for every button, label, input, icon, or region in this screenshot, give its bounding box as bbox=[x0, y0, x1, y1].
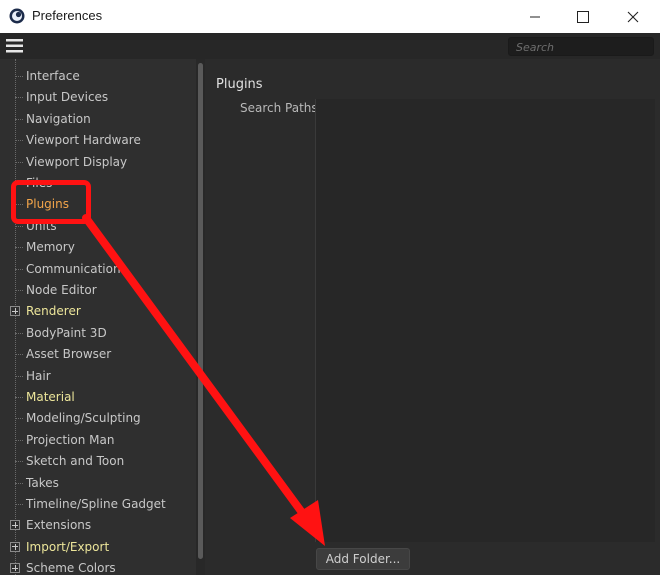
tree-item-label: Takes bbox=[26, 475, 59, 490]
search-input[interactable] bbox=[509, 39, 653, 56]
expand-icon[interactable] bbox=[10, 541, 20, 552]
tree-item-label: Viewport Display bbox=[26, 154, 128, 169]
tree-item-communication[interactable]: Communication bbox=[10, 259, 190, 279]
search-box bbox=[508, 37, 654, 56]
close-icon bbox=[627, 11, 639, 22]
tree-branch-connector bbox=[15, 97, 23, 99]
tree-branch-connector bbox=[15, 204, 23, 206]
tree-item-node-editor[interactable]: Node Editor bbox=[10, 280, 190, 300]
tree-branch-connector bbox=[15, 461, 23, 463]
tree-branch-connector bbox=[15, 354, 23, 356]
tree-item-label: Viewport Hardware bbox=[26, 133, 141, 148]
tree-item-label: Asset Browser bbox=[26, 347, 112, 362]
preferences-body: Interface Input Devices Navigation Viewport… bbox=[0, 33, 660, 575]
minimize-icon bbox=[530, 16, 540, 17]
tree-item-projection-man[interactable]: Projection Man bbox=[10, 430, 190, 450]
tree-item-label: Units bbox=[26, 218, 57, 233]
tree-item-label: Timeline/Spline Gadget bbox=[26, 497, 166, 511]
tree-item-label: Hair bbox=[26, 368, 51, 383]
tree-item-bodypaint-3d[interactable]: BodyPaint 3D bbox=[10, 323, 190, 343]
tree-branch-connector bbox=[15, 183, 23, 184]
tree-branch-connector bbox=[15, 397, 23, 398]
cinema4d-logo-icon bbox=[9, 8, 25, 24]
tree-branch-connector bbox=[15, 118, 23, 120]
tree-item-label: Renderer bbox=[26, 304, 81, 319]
tree-branch-connector bbox=[15, 482, 23, 484]
add-folder-button[interactable]: Add Folder... bbox=[316, 548, 410, 570]
plugins-panel: Plugins Search Paths Add Folder... bbox=[205, 59, 660, 575]
toolbar bbox=[0, 33, 660, 59]
expand-icon[interactable] bbox=[10, 563, 20, 574]
tree-branch-connector bbox=[15, 247, 23, 249]
tree-branch-connector bbox=[15, 161, 23, 163]
tree-item-timeline-spline-gadget[interactable]: Timeline/Spline Gadget bbox=[10, 494, 190, 514]
tree-item-label: Memory bbox=[26, 240, 75, 255]
tree-item-label: BodyPaint 3D bbox=[26, 325, 107, 340]
tree-item-label: Files bbox=[26, 176, 53, 190]
tree-item-label: Material bbox=[26, 390, 75, 404]
tree-item-extensions[interactable]: Extensions bbox=[10, 515, 190, 535]
tree-item-units[interactable]: Units bbox=[10, 216, 190, 236]
tree-item-takes[interactable]: Takes bbox=[10, 473, 190, 493]
tree-item-renderer[interactable]: Renderer bbox=[10, 301, 190, 321]
title-bar: Preferences bbox=[0, 0, 660, 33]
tree-scrollbar[interactable] bbox=[196, 59, 205, 575]
tree-item-label: Sketch and Toon bbox=[26, 454, 125, 469]
tree-item-label: Modeling/Sculpting bbox=[26, 411, 141, 426]
hamburger-menu-icon[interactable] bbox=[6, 39, 23, 53]
tree-item-navigation[interactable]: Navigation bbox=[10, 109, 190, 129]
tree-item-viewport-display[interactable]: Viewport Display bbox=[10, 152, 190, 172]
tree-item-material[interactable]: Material bbox=[10, 387, 190, 407]
tree-branch-connector bbox=[15, 76, 23, 77]
close-button[interactable] bbox=[608, 0, 658, 33]
tree-item-input-devices[interactable]: Input Devices bbox=[10, 87, 190, 107]
tree-item-label: Node Editor bbox=[26, 283, 97, 297]
tree-item-label: Interface bbox=[26, 69, 80, 83]
tree-item-interface[interactable]: Interface bbox=[10, 66, 190, 86]
search-paths-list[interactable] bbox=[315, 99, 655, 542]
tree-item-hair[interactable]: Hair bbox=[10, 366, 190, 386]
tree-branch-connector bbox=[15, 268, 23, 270]
scrollbar-thumb[interactable] bbox=[198, 63, 203, 559]
preferences-tree: Interface Input Devices Navigation Viewport… bbox=[0, 59, 196, 575]
tree-item-asset-browser[interactable]: Asset Browser bbox=[10, 344, 190, 364]
tree-item-label: Import/Export bbox=[26, 539, 110, 554]
tree-item-label: Plugins bbox=[26, 197, 69, 212]
tree-item-plugins[interactable]: Plugins bbox=[10, 194, 190, 214]
maximize-button[interactable] bbox=[558, 0, 608, 33]
maximize-icon bbox=[577, 10, 589, 23]
search-paths-label: Search Paths bbox=[240, 101, 318, 115]
tree-branch-connector bbox=[15, 375, 23, 377]
window-title: Preferences bbox=[32, 8, 103, 23]
tree-item-modeling-sculpting[interactable]: Modeling/Sculpting bbox=[10, 408, 190, 428]
tree-item-import-export[interactable]: Import/Export bbox=[10, 537, 190, 557]
tree-item-files[interactable]: Files bbox=[10, 173, 190, 193]
tree-item-viewport-hardware[interactable]: Viewport Hardware bbox=[10, 130, 190, 150]
tree-item-scheme-colors[interactable]: Scheme Colors bbox=[10, 558, 190, 575]
tree-branch-connector bbox=[15, 439, 23, 441]
tree-branch-connector bbox=[15, 290, 23, 291]
expand-icon[interactable] bbox=[10, 306, 20, 317]
tree-item-label: Projection Man bbox=[26, 432, 115, 447]
tree-item-label: Scheme Colors bbox=[26, 561, 116, 575]
tree-item-label: Input Devices bbox=[26, 90, 109, 105]
minimize-button[interactable] bbox=[510, 0, 560, 33]
tree-branch-connector bbox=[15, 504, 23, 505]
tree-item-label: Navigation bbox=[26, 111, 91, 126]
tree-item-label: Communication bbox=[26, 261, 121, 276]
expand-icon[interactable] bbox=[10, 520, 20, 531]
panel-title: Plugins bbox=[216, 77, 263, 92]
tree-branch-connector bbox=[15, 418, 23, 420]
tree-item-sketch-and-toon[interactable]: Sketch and Toon bbox=[10, 451, 190, 471]
tree-branch-connector bbox=[15, 140, 23, 142]
tree-item-memory[interactable]: Memory bbox=[10, 237, 190, 257]
tree-branch-connector bbox=[15, 332, 23, 334]
tree-branch-connector bbox=[15, 225, 23, 227]
tree-item-label: Extensions bbox=[26, 518, 92, 533]
